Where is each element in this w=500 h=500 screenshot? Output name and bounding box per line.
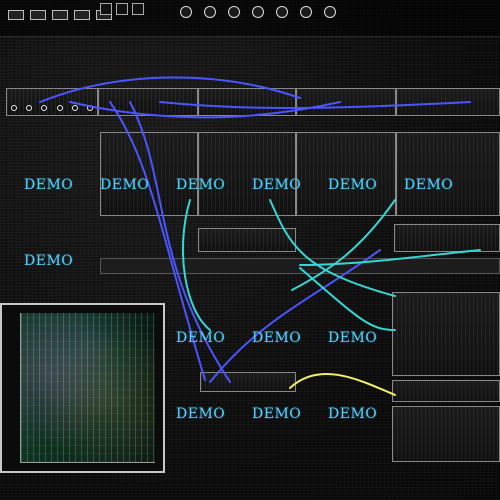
jack[interactable] <box>11 105 17 111</box>
mixer-module[interactable] <box>392 292 500 376</box>
cable <box>299 267 396 331</box>
jack[interactable] <box>26 105 33 111</box>
watermark-demo: DEMO <box>24 253 74 269</box>
watermark-demo: DEMO <box>24 177 74 193</box>
module[interactable] <box>198 228 296 252</box>
toolbar-button[interactable] <box>8 10 24 20</box>
module[interactable] <box>200 372 296 392</box>
jack[interactable] <box>86 105 93 111</box>
module[interactable] <box>296 88 396 116</box>
knob[interactable] <box>180 6 192 18</box>
toolbar-button[interactable] <box>30 10 46 20</box>
toolbar-icon[interactable] <box>116 3 128 15</box>
analyzer-screen <box>20 313 155 463</box>
rack-rail <box>100 258 500 274</box>
knob[interactable] <box>324 6 336 18</box>
cable <box>289 373 396 396</box>
patch-canvas: DEMO DEMO DEMO DEMO DEMO DEMO DEMO DEMO … <box>0 0 500 500</box>
top-toolbar <box>0 0 500 37</box>
module[interactable] <box>396 132 500 216</box>
watermark-demo: DEMO <box>252 177 302 193</box>
toolbar-icon[interactable] <box>100 3 112 15</box>
knob[interactable] <box>276 6 288 18</box>
spectrum-analyzer[interactable] <box>0 303 165 473</box>
module[interactable] <box>98 88 198 116</box>
jack[interactable] <box>71 105 78 111</box>
toolbar-icons <box>100 3 144 15</box>
module[interactable] <box>392 380 500 402</box>
module[interactable] <box>396 88 500 116</box>
toolbar-icon[interactable] <box>132 3 144 15</box>
watermark-demo: DEMO <box>404 177 454 193</box>
module[interactable] <box>392 406 500 462</box>
watermark-demo: DEMO <box>328 177 378 193</box>
toolbar-button[interactable] <box>52 10 68 20</box>
jack[interactable] <box>56 105 63 111</box>
jack-row <box>11 103 93 113</box>
watermark-demo: DEMO <box>252 330 302 346</box>
watermark-demo: DEMO <box>328 406 378 422</box>
module[interactable] <box>198 88 296 116</box>
knob[interactable] <box>300 6 312 18</box>
watermark-demo: DEMO <box>176 330 226 346</box>
jack[interactable] <box>41 105 48 111</box>
toolbar-knobs <box>180 6 336 18</box>
watermark-demo: DEMO <box>100 177 150 193</box>
module[interactable] <box>394 224 500 252</box>
toolbar-button[interactable] <box>74 10 90 20</box>
knob[interactable] <box>252 6 264 18</box>
knob[interactable] <box>204 6 216 18</box>
module[interactable] <box>100 132 198 216</box>
module[interactable] <box>296 132 396 216</box>
toolbar-menu <box>8 10 112 20</box>
module[interactable] <box>198 132 296 216</box>
watermark-demo: DEMO <box>252 406 302 422</box>
watermark-demo: DEMO <box>328 330 378 346</box>
watermark-demo: DEMO <box>176 177 226 193</box>
module[interactable] <box>6 88 98 116</box>
watermark-demo: DEMO <box>176 406 226 422</box>
knob[interactable] <box>228 6 240 18</box>
